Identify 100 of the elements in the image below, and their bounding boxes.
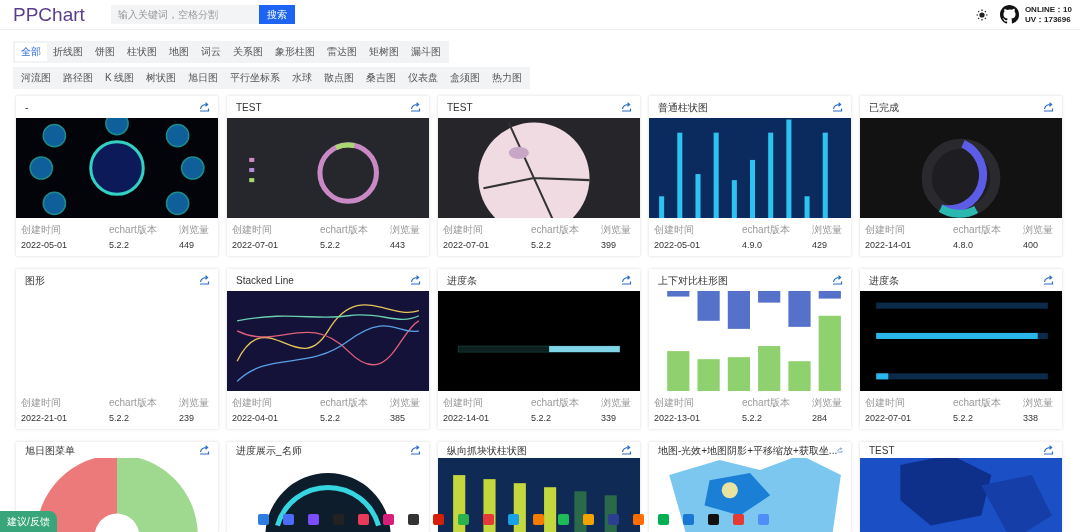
chart-card[interactable]: 进度条 创建时间 echart版本 浏览量 2022-14-01 5.2.2 339 <box>438 269 640 429</box>
stat-value: 429 <box>812 239 829 252</box>
share-icon[interactable] <box>1043 445 1054 456</box>
app-icon[interactable] <box>533 514 544 525</box>
app-icon[interactable] <box>708 514 719 525</box>
category-tab[interactable]: 水球 <box>286 69 319 87</box>
category-tab[interactable]: 仪表盘 <box>402 69 445 87</box>
chart-card[interactable]: 进度展示_名师 <box>227 442 429 532</box>
chart-card[interactable]: 纵向抓块状柱状图 <box>438 442 640 532</box>
share-icon[interactable] <box>832 102 843 112</box>
stat-label: 创建时间 <box>443 223 484 237</box>
category-tab[interactable]: 河流图 <box>15 69 57 87</box>
category-tab[interactable]: K 线图 <box>99 69 141 87</box>
stat-label: echart版本 <box>109 223 158 237</box>
chart-card[interactable]: 已完成 创建时间 echart版本 浏览量 2022-14-01 4.8.0 400 <box>860 96 1062 256</box>
category-tab[interactable]: 矩树图 <box>363 43 405 61</box>
card-title: 纵向抓块状柱状图 <box>447 443 527 458</box>
app-icon[interactable] <box>408 514 419 525</box>
share-icon[interactable] <box>621 102 632 112</box>
share-icon[interactable] <box>832 275 843 285</box>
share-icon[interactable] <box>1043 275 1054 285</box>
category-tab[interactable]: 散点图 <box>318 69 361 87</box>
card-title: - <box>25 100 29 115</box>
share-icon[interactable] <box>621 275 632 285</box>
card-title: 图形 <box>25 273 45 288</box>
app-icon[interactable] <box>558 514 569 525</box>
stat-label: 浏览量 <box>812 396 843 410</box>
category-tab[interactable]: 平行坐标系 <box>224 69 287 87</box>
category-tab[interactable]: 路径图 <box>57 69 99 87</box>
category-tab[interactable]: 关系图 <box>227 43 269 61</box>
chart-card[interactable]: TEST 创建时间 echart版本 浏览量 2022-07-01 5.2.2 443 <box>227 96 429 256</box>
chart-card[interactable]: 普通柱状图 创建时间 echart版本 浏览量 2022-05-01 4.9.0 429 <box>649 96 851 256</box>
stat-value: 400 <box>1023 239 1040 252</box>
stat-label: echart版本 <box>109 396 158 410</box>
stat-value: 239 <box>179 412 196 425</box>
stat-value: 2022-14-01 <box>443 412 491 425</box>
card-title: 进度条 <box>869 273 899 288</box>
stat-value: 2022-07-01 <box>443 239 491 252</box>
category-tab[interactable]: 热力图 <box>486 69 529 87</box>
stat-value: 5.2.2 <box>742 412 764 425</box>
stat-label: 创建时间 <box>21 396 62 410</box>
card-title: TEST <box>447 100 473 115</box>
share-icon[interactable] <box>837 445 843 456</box>
stat-label: 创建时间 <box>865 396 906 410</box>
stat-value: 5.2.2 <box>531 239 553 252</box>
chart-card[interactable]: 上下对比柱形图 创建时间 echart版本 浏览量 2022-13-01 5.2.2 284 <box>649 269 851 429</box>
chart-card[interactable]: - 创建时间 echart版本 浏览量 2022-05-01 5.2.2 449 <box>16 96 218 256</box>
category-tab[interactable]: 柱状图 <box>121 43 163 61</box>
category-tab[interactable]: 雷达图 <box>321 43 363 61</box>
share-icon[interactable] <box>410 102 421 112</box>
stat-value: 5.2.2 <box>531 412 553 425</box>
card-title: 普通柱状图 <box>658 100 708 115</box>
stat-value: 2022-04-01 <box>232 412 280 425</box>
stat-value: 4.8.0 <box>953 239 975 252</box>
card-title: 进度展示_名师 <box>236 443 302 458</box>
card-title: Stacked Line <box>236 273 294 288</box>
github-icon[interactable] <box>999 5 1019 24</box>
app-icon[interactable] <box>358 514 369 525</box>
stat-value: 5.2.2 <box>109 239 131 252</box>
share-icon[interactable] <box>199 275 210 285</box>
stat-value: 2022-13-01 <box>654 412 702 425</box>
search-button[interactable]: 搜索 <box>258 5 295 24</box>
stat-value: 399 <box>601 239 618 252</box>
share-icon[interactable] <box>199 445 210 456</box>
stat-label: echart版本 <box>742 396 791 410</box>
category-tab[interactable]: 饼图 <box>89 43 121 61</box>
category-tab[interactable]: 树状图 <box>140 69 183 87</box>
category-tab[interactable]: 漏斗图 <box>405 43 447 61</box>
chart-card[interactable]: Stacked Line 创建时间 echart版本 浏览量 2022-04-01 5.2.2 385 <box>227 269 429 429</box>
stat-label: echart版本 <box>953 223 1002 237</box>
share-icon[interactable] <box>199 102 210 112</box>
stat-value: 5.2.2 <box>109 412 131 425</box>
chart-card[interactable]: 图形 创建时间 echart版本 浏览量 2022-21-01 5.2.2 239 <box>16 269 218 429</box>
category-tab[interactable]: 词云 <box>195 43 227 61</box>
category-tab[interactable]: 象形柱图 <box>269 43 321 61</box>
share-icon[interactable] <box>410 275 421 285</box>
stat-value: 338 <box>1023 412 1040 425</box>
stat-label: 创建时间 <box>654 223 695 237</box>
chart-card[interactable]: 进度条 创建时间 echart版本 浏览量 2022-07-01 5.2.2 338 <box>860 269 1062 429</box>
share-icon[interactable] <box>621 445 632 456</box>
card-title: 进度条 <box>447 273 477 288</box>
share-icon[interactable] <box>410 445 421 456</box>
stat-label: 浏览量 <box>812 223 843 237</box>
category-tab[interactable]: 地图 <box>163 43 195 61</box>
category-tab[interactable]: 桑吉图 <box>360 69 403 87</box>
stat-label: 创建时间 <box>865 223 906 237</box>
stat-value: 2022-07-01 <box>232 239 280 252</box>
chart-card[interactable]: TEST <box>860 442 1062 532</box>
chart-card[interactable]: TEST 创建时间 echart版本 浏览量 2022-07-01 5.2.2 399 <box>438 96 640 256</box>
chart-card[interactable]: 地图-光效+地图阴影+平移缩放+获取坐... <box>649 442 851 532</box>
category-tab[interactable]: 折线图 <box>47 43 89 61</box>
theme-toggle-icon[interactable] <box>975 8 988 21</box>
search-field[interactable]: 输入关键词，空格分割 <box>110 5 259 24</box>
stat-value: 443 <box>390 239 407 252</box>
category-tab[interactable]: 盒须图 <box>444 69 487 87</box>
category-tab[interactable]: 全部 <box>15 43 47 61</box>
stat-label: 浏览量 <box>179 223 210 237</box>
category-tab[interactable]: 旭日图 <box>182 69 225 87</box>
stat-label: echart版本 <box>742 223 791 237</box>
share-icon[interactable] <box>1043 102 1054 112</box>
